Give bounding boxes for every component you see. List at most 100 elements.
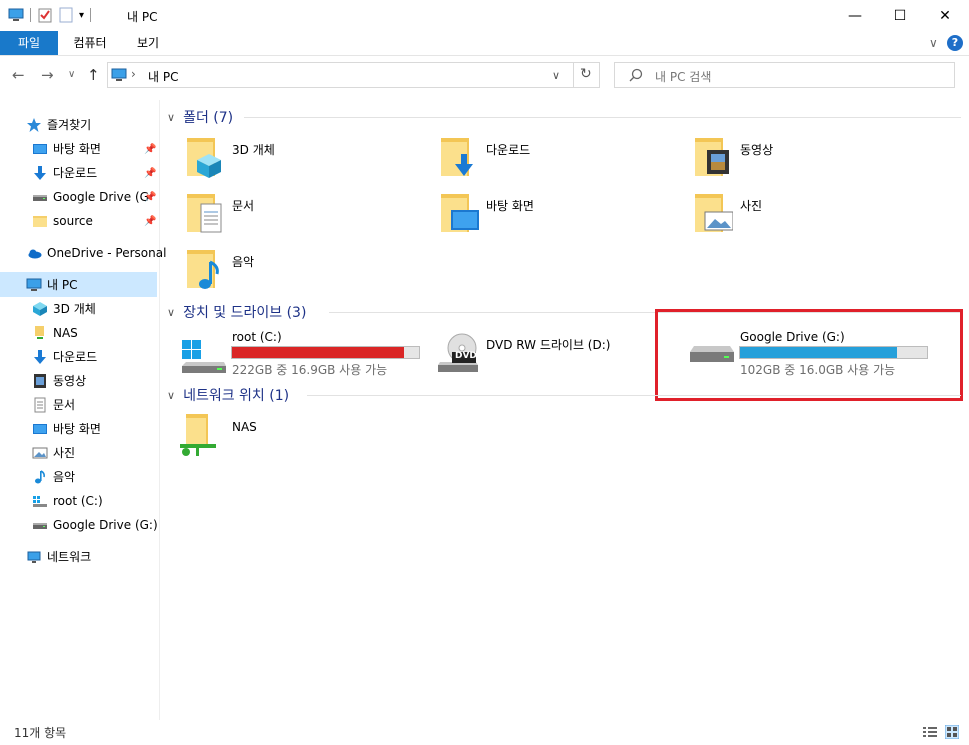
status-item-count: 11개 항목 xyxy=(14,726,67,740)
sidebar-item-google-drive-pinned[interactable]: Google Drive (G xyxy=(32,186,149,208)
pin-icon[interactable]: 📌 xyxy=(144,144,156,155)
refresh-button[interactable]: ↻ xyxy=(580,66,592,82)
sidebar-item-google-drive[interactable]: Google Drive (G:) xyxy=(32,514,158,536)
sidebar-item-network[interactable]: 네트워크 xyxy=(26,546,91,568)
address-bar[interactable]: › 내 PC ∨ ↻ xyxy=(107,62,600,88)
tiles-view-icon[interactable] xyxy=(945,725,959,739)
group-title: 폴더 (7) xyxy=(183,110,234,126)
sidebar-item-root-c[interactable]: root (C:) xyxy=(32,490,103,512)
breadcrumb-this-pc[interactable]: 내 PC xyxy=(148,68,178,85)
sidebar-item-downloads-pc[interactable]: 다운로드 xyxy=(32,346,97,368)
divider xyxy=(30,8,31,22)
sidebar-item-label: 바탕 화면 xyxy=(53,422,101,436)
pictures-folder-icon xyxy=(695,194,733,232)
network-location-label: NAS xyxy=(232,420,257,434)
ribbon-expand-icon[interactable]: ∨ xyxy=(929,36,938,50)
sidebar-item-3d-objects[interactable]: 3D 개체 xyxy=(32,298,96,320)
pin-icon[interactable]: 📌 xyxy=(144,216,156,227)
sidebar-item-label: 다운로드 xyxy=(53,166,98,180)
folder-desktop[interactable]: 바탕 화면 xyxy=(439,192,679,240)
sidebar-item-desktop[interactable]: 바탕 화면 xyxy=(32,138,101,160)
sidebar-item-quick-access[interactable]: 즐겨찾기 xyxy=(26,114,91,136)
group-title: 네트워크 위치 (1) xyxy=(183,388,290,404)
sidebar-item-documents[interactable]: 문서 xyxy=(32,394,75,416)
details-view-icon[interactable] xyxy=(922,726,938,738)
folder-label: 사진 xyxy=(740,199,763,213)
sidebar-item-music[interactable]: 음악 xyxy=(32,466,75,488)
folder-music[interactable]: 음악 xyxy=(185,248,425,296)
chevron-down-icon[interactable]: ∨ xyxy=(167,306,175,319)
desktop-icon xyxy=(33,144,47,154)
download-icon xyxy=(34,166,46,180)
breadcrumb-separator: › xyxy=(131,67,136,81)
close-button[interactable]: ✕ xyxy=(922,0,968,31)
divider xyxy=(244,117,961,118)
recent-locations-button[interactable]: ∨ xyxy=(68,69,75,80)
window-title: 내 PC xyxy=(127,10,158,24)
selected-row-highlight xyxy=(0,272,157,297)
group-header-drives[interactable]: ∨ 장치 및 드라이브 (3) xyxy=(167,302,306,322)
address-dropdown-icon[interactable]: ∨ xyxy=(552,69,560,82)
properties-icon[interactable] xyxy=(37,7,53,23)
dvd-badge: DVD xyxy=(455,351,477,361)
help-icon[interactable]: ? xyxy=(947,35,963,51)
search-input[interactable]: 내 PC 검색 xyxy=(655,68,711,85)
folder-downloads[interactable]: 다운로드 xyxy=(439,136,679,184)
folder-label: 다운로드 xyxy=(486,143,531,157)
folder-documents[interactable]: 문서 xyxy=(185,192,425,240)
qa-dropdown-icon[interactable]: ▾ xyxy=(79,10,84,21)
sidebar-item-source[interactable]: source xyxy=(32,210,93,232)
search-box[interactable]: 내 PC 검색 xyxy=(614,62,955,88)
sidebar-item-downloads[interactable]: 다운로드 xyxy=(32,162,97,184)
sidebar-item-label: 문서 xyxy=(53,398,76,412)
desktop-icon xyxy=(33,424,47,434)
drive-dvd-d[interactable]: DVD DVD RW 드라이브 (D:) xyxy=(434,326,679,374)
group-header-network[interactable]: ∨ 네트워크 위치 (1) xyxy=(167,385,289,405)
computer-icon xyxy=(111,68,127,81)
sidebar-item-this-pc[interactable]: 내 PC xyxy=(26,274,77,296)
up-button[interactable]: ↑ xyxy=(87,66,100,84)
chevron-down-icon[interactable]: ∨ xyxy=(167,111,175,124)
pin-icon[interactable]: 📌 xyxy=(144,168,156,179)
pictures-icon xyxy=(32,447,48,459)
sidebar-item-pictures[interactable]: 사진 xyxy=(32,442,75,464)
tab-view[interactable]: 보기 xyxy=(122,31,174,55)
folder-3d-objects[interactable]: 3D 개체 xyxy=(185,136,425,184)
drive-icon xyxy=(33,523,47,529)
drive-root-c[interactable]: root (C:) 222GB 중 16.9GB 사용 가능 xyxy=(180,326,425,377)
folder-pictures[interactable]: 사진 xyxy=(693,192,933,240)
sidebar-item-label: Google Drive (G:) xyxy=(53,518,158,532)
tab-file[interactable]: 파일 xyxy=(0,31,58,55)
new-folder-icon[interactable] xyxy=(59,7,73,23)
sidebar-item-label: Google Drive (G xyxy=(53,190,149,204)
minimize-button[interactable]: — xyxy=(832,0,878,31)
network-location-nas[interactable]: NAS xyxy=(178,412,418,462)
sidebar-item-nas[interactable]: NAS xyxy=(32,322,78,344)
folder-videos[interactable]: 동영상 xyxy=(693,136,933,184)
highlight-box xyxy=(655,309,963,401)
chevron-down-icon[interactable]: ∨ xyxy=(167,389,175,402)
network-icon xyxy=(27,551,41,563)
tab-computer[interactable]: 컴퓨터 xyxy=(60,31,120,55)
desktop-folder-icon xyxy=(441,194,479,232)
quick-access-toolbar: ▾ xyxy=(8,7,92,23)
sidebar-item-label: 다운로드 xyxy=(53,350,98,364)
sidebar-item-desktop-pc[interactable]: 바탕 화면 xyxy=(32,418,101,440)
navigation-pane: 즐겨찾기 바탕 화면 📌 다운로드 📌 Google Drive (G 📌 so… xyxy=(0,100,166,720)
sidebar-item-label: NAS xyxy=(53,326,78,340)
back-button[interactable]: ← xyxy=(12,66,25,84)
search-icon xyxy=(629,68,643,82)
sidebar-item-onedrive[interactable]: OneDrive - Personal xyxy=(26,242,166,264)
sidebar-item-label: 네트워크 xyxy=(47,550,92,564)
sidebar-item-videos[interactable]: 동영상 xyxy=(32,370,86,392)
forward-button[interactable]: → xyxy=(41,66,54,84)
maximize-button[interactable]: ☐ xyxy=(877,0,923,31)
music-folder-icon xyxy=(187,250,219,289)
divider xyxy=(307,395,961,396)
drive-usage-bar xyxy=(231,346,420,359)
drive-icon xyxy=(33,195,47,201)
sidebar-item-label: OneDrive - Personal xyxy=(47,246,167,260)
group-header-folders[interactable]: ∨ 폴더 (7) xyxy=(167,107,233,127)
sidebar-item-label: 즐겨찾기 xyxy=(47,118,92,132)
pin-icon[interactable]: 📌 xyxy=(144,192,156,203)
